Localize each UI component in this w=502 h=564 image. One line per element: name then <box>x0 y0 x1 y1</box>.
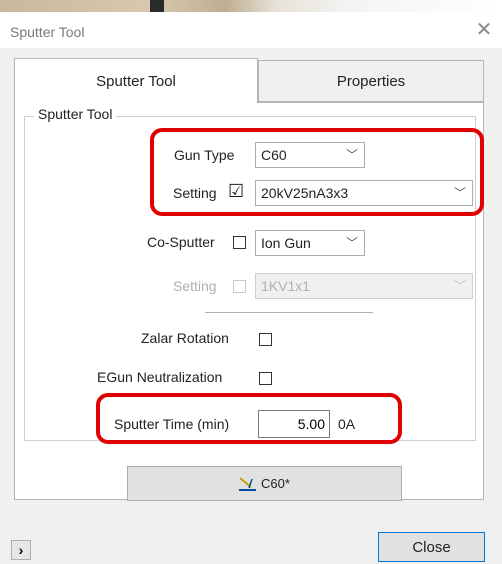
egun-neutralization-label: EGun Neutralization <box>97 369 223 385</box>
window-title: Sputter Tool <box>10 24 85 40</box>
sputter-gun-icon <box>239 476 257 491</box>
co-setting-value: 1KV1x1 <box>261 278 311 294</box>
close-button[interactable]: Close <box>378 532 485 562</box>
zalar-rotation-label: Zalar Rotation <box>141 330 229 346</box>
co-sputter-label: Co-Sputter <box>147 234 215 250</box>
chevron-down-icon: ﹀ <box>453 279 466 293</box>
co-sputter-select[interactable]: Ion Gun ﹀ <box>255 230 365 256</box>
tab-sputter-tool[interactable]: Sputter Tool <box>14 58 258 103</box>
c60-button-label: C60* <box>261 476 290 491</box>
tab-label: Properties <box>336 72 406 90</box>
background-image-strip <box>0 0 502 12</box>
background-dark-object <box>150 0 164 12</box>
chevron-down-icon: ﹀ <box>345 236 358 250</box>
co-sputter-value: Ion Gun <box>261 235 311 251</box>
title-bar: Sputter Tool ✕ <box>0 12 502 48</box>
co-sputter-checkbox[interactable] <box>233 236 246 249</box>
tab-properties[interactable]: Properties <box>258 60 484 102</box>
group-label: Sputter Tool <box>34 106 117 122</box>
close-button-label: Close <box>412 538 451 556</box>
divider <box>205 312 373 313</box>
highlight-box-time <box>96 393 402 444</box>
highlight-box-gun <box>150 128 484 216</box>
close-icon[interactable]: ✕ <box>474 20 494 40</box>
co-setting-label: Setting <box>173 278 217 294</box>
co-setting-checkbox <box>233 280 246 293</box>
egun-neutralization-checkbox[interactable] <box>259 372 272 385</box>
c60-sputter-button[interactable]: C60* <box>127 466 402 501</box>
zalar-rotation-checkbox[interactable] <box>259 333 272 346</box>
expand-button[interactable]: › <box>11 540 31 560</box>
tab-label: Sputter Tool <box>96 72 176 90</box>
co-setting-select: 1KV1x1 ﹀ <box>255 273 473 299</box>
